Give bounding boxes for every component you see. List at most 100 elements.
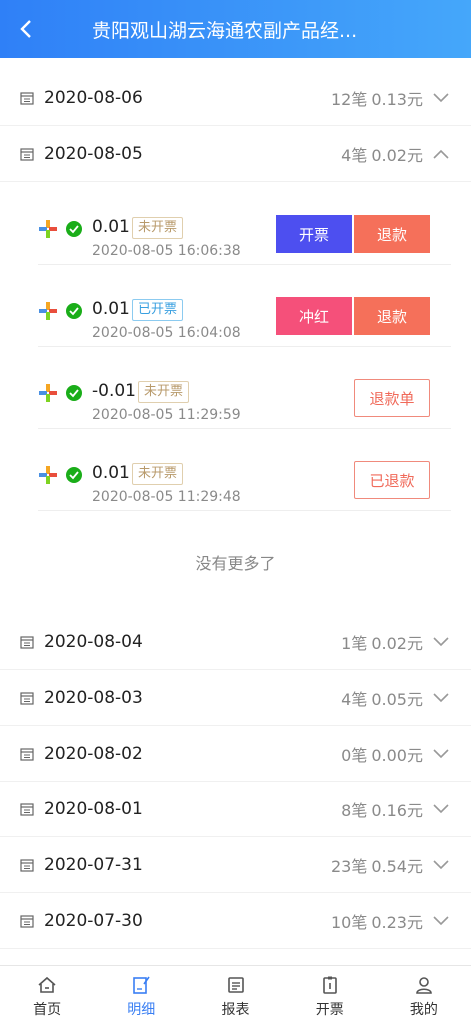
transaction-amount: 0.01 bbox=[92, 299, 130, 319]
day-date: 2020-08-04 bbox=[44, 632, 143, 652]
day-count: 0笔 bbox=[341, 746, 368, 765]
refunded-button[interactable]: 已退款 bbox=[354, 461, 430, 499]
transaction-time: 2020-08-05 11:29:48 bbox=[92, 489, 241, 505]
refund-slip-button[interactable]: 退款单 bbox=[354, 379, 430, 417]
refund-button[interactable]: 退款 bbox=[354, 215, 430, 253]
calendar-icon bbox=[20, 748, 34, 761]
day-date: 2020-08-02 bbox=[44, 744, 143, 764]
tab-detail[interactable]: 明细 bbox=[94, 966, 188, 1027]
transaction-time: 2020-08-05 16:06:38 bbox=[92, 243, 241, 259]
day-amount: 0.00元 bbox=[371, 746, 423, 765]
day-amount: 0.23元 bbox=[371, 913, 423, 932]
payment-logo-icon bbox=[39, 384, 57, 402]
issue-invoice-button[interactable]: 开票 bbox=[276, 215, 352, 253]
bottom-tabbar: 首页 明细 报表 开票 我的 bbox=[0, 965, 471, 1027]
day-count: 4笔 bbox=[341, 146, 368, 165]
tab-label: 报表 bbox=[221, 1001, 250, 1018]
chevron-down-icon bbox=[433, 860, 449, 870]
day-row[interactable]: 2020-08-06 12笔 0.13元 bbox=[0, 71, 471, 126]
wechat-pay-icon bbox=[66, 467, 82, 483]
day-amount: 0.13元 bbox=[371, 90, 423, 109]
day-amount: 0.02元 bbox=[371, 634, 423, 653]
calendar-icon bbox=[20, 915, 34, 928]
invoice-status-badge: 已开票 bbox=[132, 299, 184, 321]
invoice-icon bbox=[322, 976, 337, 994]
back-button[interactable] bbox=[0, 0, 52, 58]
chevron-left-icon bbox=[20, 20, 31, 38]
chevron-up-icon bbox=[433, 149, 449, 159]
chevron-down-icon bbox=[433, 916, 449, 926]
tab-mine[interactable]: 我的 bbox=[377, 966, 471, 1027]
transaction-amount: -0.01 bbox=[92, 381, 136, 401]
transaction-amount: 0.01 bbox=[92, 463, 130, 483]
refund-button[interactable]: 退款 bbox=[354, 297, 430, 335]
payment-logo-icon bbox=[39, 302, 57, 320]
day-date: 2020-08-06 bbox=[44, 88, 143, 108]
chevron-down-icon bbox=[433, 637, 449, 647]
day-count: 10笔 bbox=[330, 913, 368, 932]
day-amount: 0.05元 bbox=[371, 690, 423, 709]
transaction-item: -0.01 未开票 2020-08-05 11:29:59 退款单 bbox=[38, 347, 451, 429]
day-summary: 12笔 0.13元 bbox=[331, 86, 423, 110]
day-row[interactable]: 2020-08-04 1笔 0.02元 bbox=[0, 615, 471, 670]
transaction-item: 0.01 已开票 2020-08-05 16:04:08 冲红 退款 bbox=[38, 265, 451, 347]
page: 贵阳观山湖云海通农副产品经... 2020-08-06 12笔 0.13元 20… bbox=[0, 0, 471, 1027]
day-summary: 8笔 0.16元 bbox=[341, 797, 423, 821]
calendar-icon bbox=[20, 692, 34, 705]
day-row[interactable]: 2020-08-02 0笔 0.00元 bbox=[0, 727, 471, 782]
chevron-down-icon bbox=[433, 749, 449, 759]
day-amount: 0.02元 bbox=[371, 146, 423, 165]
day-row-expanded[interactable]: 2020-08-05 4笔 0.02元 bbox=[0, 127, 471, 182]
page-title: 贵阳观山湖云海通农副产品经... bbox=[92, 19, 358, 42]
wechat-pay-icon bbox=[66, 221, 82, 237]
day-summary: 1笔 0.02元 bbox=[341, 630, 423, 654]
day-summary: 4笔 0.02元 bbox=[341, 142, 423, 166]
detail-icon bbox=[133, 976, 150, 994]
day-summary: 23笔 0.54元 bbox=[331, 853, 423, 877]
payment-logo-icon bbox=[39, 220, 57, 238]
day-row[interactable]: 2020-08-01 8笔 0.16元 bbox=[0, 782, 471, 837]
day-count: 23笔 bbox=[330, 857, 368, 876]
day-count: 12笔 bbox=[330, 90, 368, 109]
day-summary: 4笔 0.05元 bbox=[341, 686, 423, 710]
payment-logo-icon bbox=[39, 466, 57, 484]
day-summary: 10笔 0.23元 bbox=[331, 909, 423, 933]
transaction-time: 2020-08-05 16:04:08 bbox=[92, 325, 241, 341]
tab-label: 我的 bbox=[409, 1001, 438, 1018]
day-date: 2020-07-31 bbox=[44, 855, 143, 875]
chevron-down-icon bbox=[433, 693, 449, 703]
reverse-invoice-button[interactable]: 冲红 bbox=[276, 297, 352, 335]
app-header: 贵阳观山湖云海通农副产品经... bbox=[0, 0, 471, 58]
day-count: 8笔 bbox=[341, 801, 368, 820]
day-amount: 0.54元 bbox=[371, 857, 423, 876]
calendar-icon bbox=[20, 859, 34, 872]
invoice-status-badge: 未开票 bbox=[132, 463, 184, 485]
day-row[interactable]: 2020-07-31 23笔 0.54元 bbox=[0, 838, 471, 893]
calendar-icon bbox=[20, 636, 34, 649]
tab-label: 首页 bbox=[33, 1001, 62, 1018]
user-icon bbox=[416, 976, 432, 994]
calendar-icon bbox=[20, 92, 34, 105]
tab-report[interactable]: 报表 bbox=[188, 966, 282, 1027]
wechat-pay-icon bbox=[66, 385, 82, 401]
report-icon bbox=[227, 976, 244, 993]
day-row[interactable]: 2020-07-30 10笔 0.23元 bbox=[0, 894, 471, 949]
transaction-amount: 0.01 bbox=[92, 217, 130, 237]
day-count: 1笔 bbox=[341, 634, 368, 653]
transaction-item: 0.01 未开票 2020-08-05 16:06:38 开票 退款 bbox=[38, 183, 451, 265]
tab-label: 明细 bbox=[127, 1001, 156, 1018]
invoice-status-badge: 未开票 bbox=[138, 381, 190, 403]
calendar-icon bbox=[20, 148, 34, 161]
day-row[interactable]: 2020-08-03 4笔 0.05元 bbox=[0, 671, 471, 726]
day-date: 2020-08-03 bbox=[44, 688, 143, 708]
day-date: 2020-08-01 bbox=[44, 799, 143, 819]
wechat-pay-icon bbox=[66, 303, 82, 319]
transaction-time: 2020-08-05 11:29:59 bbox=[92, 407, 241, 423]
chevron-down-icon bbox=[433, 804, 449, 814]
tab-label: 开票 bbox=[315, 1001, 344, 1018]
tab-home[interactable]: 首页 bbox=[0, 966, 94, 1027]
invoice-status-badge: 未开票 bbox=[132, 217, 184, 239]
day-date: 2020-07-30 bbox=[44, 911, 143, 931]
day-summary: 0笔 0.00元 bbox=[341, 742, 423, 766]
tab-invoice[interactable]: 开票 bbox=[283, 966, 377, 1027]
